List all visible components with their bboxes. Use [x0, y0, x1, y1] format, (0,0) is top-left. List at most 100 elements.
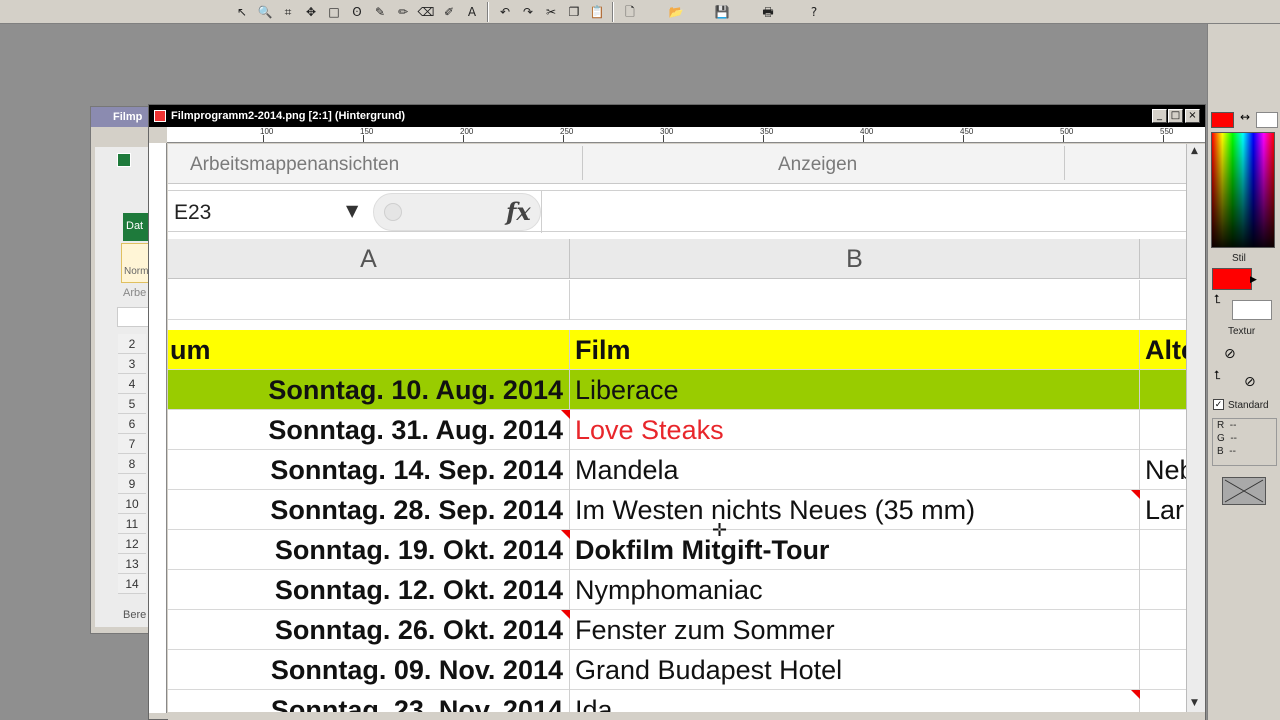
move-icon[interactable]: ✥	[301, 2, 321, 22]
image-window-title[interactable]: Filmprogramm2-2014.png [2:1] (Hintergrun…	[149, 105, 1205, 127]
no-texture-icon[interactable]: ⊘	[1224, 346, 1236, 362]
copy-icon[interactable]: ❐	[564, 2, 584, 22]
new-icon[interactable]: 🗋	[620, 2, 640, 22]
row-number[interactable]: 2	[118, 334, 146, 354]
eraser-icon[interactable]: ⌫	[416, 2, 436, 22]
cell-date[interactable]: Sonntag. 10. Aug. 2014	[168, 370, 570, 410]
save-icon[interactable]: 💾	[712, 2, 732, 22]
cell-film[interactable]: Mandela	[570, 450, 1140, 490]
cell-film[interactable]: Grand Budapest Hotel	[570, 650, 1140, 690]
chevron-down-icon[interactable]: ▼	[346, 201, 358, 220]
standard-checkbox[interactable]: ✓	[1213, 399, 1224, 410]
close-button[interactable]: ×	[1185, 109, 1200, 123]
zoom-icon[interactable]: 🔍	[255, 2, 275, 22]
cell-age[interactable]	[1140, 650, 1186, 690]
comment-indicator-icon[interactable]	[1131, 690, 1140, 699]
column-header-b[interactable]: B	[570, 239, 1140, 279]
row-number[interactable]: 11	[118, 514, 146, 534]
header-cell-film[interactable]: Film	[570, 330, 1140, 370]
formula-cancel-icon[interactable]	[384, 203, 402, 221]
primary-color-swatch[interactable]	[1211, 112, 1234, 128]
lasso-icon[interactable]: ʘ	[347, 2, 367, 22]
vertical-scrollbar[interactable]: ▲ ▼	[1186, 144, 1205, 712]
cell-film[interactable]: Nymphomaniac	[570, 570, 1140, 610]
scroll-down-icon[interactable]: ▼	[1191, 698, 1198, 708]
comment-indicator-icon[interactable]	[561, 610, 570, 619]
cell-film[interactable]: Love Steaks	[570, 410, 1140, 450]
cell-film[interactable]: Fenster zum Sommer	[570, 610, 1140, 650]
redo-icon[interactable]: ↷	[518, 2, 538, 22]
row-number[interactable]: 10	[118, 494, 146, 514]
secondary-style-swatch[interactable]	[1232, 300, 1272, 320]
cell-date[interactable]: Sonntag. 28. Sep. 2014	[168, 490, 570, 530]
minimize-button[interactable]: _	[1152, 109, 1167, 123]
cell-age[interactable]	[1140, 530, 1186, 570]
header-cell-date[interactable]: um	[168, 330, 570, 370]
swap-colors-icon[interactable]: ↔	[1240, 110, 1250, 124]
background-sheet-tab[interactable]: Bere	[123, 609, 146, 621]
row-number[interactable]: 8	[118, 454, 146, 474]
pointer-icon[interactable]: ↖	[232, 2, 252, 22]
crop-icon[interactable]: ⌗	[278, 2, 298, 22]
row-number[interactable]: 4	[118, 374, 146, 394]
cell-film[interactable]: Ida	[570, 690, 1140, 712]
cell-film[interactable]: Im Westen nichts Neues (35 mm)	[570, 490, 1140, 530]
no-texture-icon[interactable]: ⊘	[1244, 374, 1256, 390]
select-rect-icon[interactable]: □	[324, 2, 344, 22]
comment-indicator-icon[interactable]	[561, 410, 570, 419]
cell-film[interactable]: Dokfilm Mitgift-Tour	[570, 530, 1140, 570]
secondary-color-swatch[interactable]	[1256, 112, 1278, 128]
cell-age[interactable]	[1140, 610, 1186, 650]
cell-date[interactable]: Sonntag. 26. Okt. 2014	[168, 610, 570, 650]
cell-date[interactable]: Sonntag. 09. Nov. 2014	[168, 650, 570, 690]
row-number[interactable]: 3	[118, 354, 146, 374]
cell-date[interactable]: Sonntag. 12. Okt. 2014	[168, 570, 570, 610]
insert-function-button[interactable]: fx	[506, 197, 531, 226]
image-window[interactable]: Filmprogramm2-2014.png [2:1] (Hintergrun…	[148, 104, 1206, 720]
style-swatch[interactable]	[1212, 268, 1252, 290]
row-number[interactable]: 14	[118, 574, 146, 594]
cell-age[interactable]	[1140, 410, 1186, 450]
row-number[interactable]: 7	[118, 434, 146, 454]
maximize-button[interactable]: □	[1168, 109, 1183, 123]
row-number[interactable]: 13	[118, 554, 146, 574]
row-number[interactable]: 12	[118, 534, 146, 554]
brush-icon[interactable]: ✏	[393, 2, 413, 22]
chevron-right-icon[interactable]: ▶	[1250, 274, 1257, 285]
image-canvas[interactable]: Arbeitsmappenansichten Anzeigen E23 ▼ fx…	[168, 144, 1186, 712]
row-number[interactable]: 6	[118, 414, 146, 434]
comment-indicator-icon[interactable]	[561, 530, 570, 539]
cell[interactable]	[168, 280, 570, 320]
header-cell-age[interactable]: Alte	[1140, 330, 1186, 370]
cell-date[interactable]: Sonntag. 14. Sep. 2014	[168, 450, 570, 490]
cell-age[interactable]	[1140, 370, 1186, 410]
cell-age[interactable]	[1140, 570, 1186, 610]
cell[interactable]	[570, 280, 1140, 320]
cell-date[interactable]: Sonntag. 19. Okt. 2014	[168, 530, 570, 570]
cell-age[interactable]	[1140, 690, 1186, 712]
cut-icon[interactable]: ✂	[541, 2, 561, 22]
print-icon[interactable]: 🖶	[758, 2, 778, 22]
paste-icon[interactable]: 📋	[587, 2, 607, 22]
cell-film[interactable]: Liberace	[570, 370, 1140, 410]
transparent-color-icon[interactable]	[1222, 477, 1266, 505]
cell-date[interactable]: Sonntag. 31. Aug. 2014	[168, 410, 570, 450]
swap-icon[interactable]: ⮤	[1214, 368, 1221, 383]
fill-icon[interactable]: ✐	[439, 2, 459, 22]
help-icon[interactable]: ?	[804, 2, 824, 22]
color-spectrum[interactable]	[1211, 132, 1275, 248]
text-icon[interactable]: A	[462, 2, 482, 22]
pen-icon[interactable]: ✎	[370, 2, 390, 22]
column-header-a[interactable]: A	[168, 239, 570, 279]
open-icon[interactable]: 📂	[666, 2, 686, 22]
swap-icon[interactable]: ⮤	[1214, 292, 1221, 307]
cell-age[interactable]: Neb	[1140, 450, 1186, 490]
scroll-up-icon[interactable]: ▲	[1191, 146, 1198, 156]
row-number[interactable]: 9	[118, 474, 146, 494]
name-box[interactable]: E23	[174, 201, 211, 225]
undo-icon[interactable]: ↶	[495, 2, 515, 22]
horizontal-scrollbar[interactable]	[168, 712, 1205, 720]
row-number[interactable]: 5	[118, 394, 146, 414]
cell-date[interactable]: Sonntag. 23. Nov. 2014	[168, 690, 570, 712]
comment-indicator-icon[interactable]	[1131, 490, 1140, 499]
